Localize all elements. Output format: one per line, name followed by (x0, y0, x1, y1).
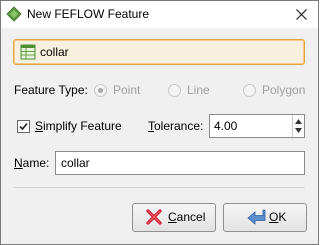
ok-button[interactable]: OK (223, 203, 307, 232)
tolerance-value[interactable]: 4.00 (214, 119, 237, 133)
radio-selected-dot (98, 88, 103, 93)
spin-down-icon[interactable] (295, 128, 302, 133)
window-title: New FEFLOW Feature (27, 7, 150, 21)
cancel-button-label: Cancel (168, 210, 205, 224)
feature-type-label: Feature Type: (14, 83, 88, 97)
cancel-button[interactable]: Cancel (132, 203, 216, 232)
radio-point-label: Point (113, 83, 141, 97)
radio-line-circle (168, 84, 181, 97)
ok-button-label: OK (269, 210, 286, 224)
close-icon (296, 9, 307, 20)
cancel-label-rest: ancel (176, 210, 206, 224)
ok-mnemonic: O (269, 210, 279, 224)
divider (13, 187, 305, 188)
simplify-mnemonic: S (35, 119, 44, 133)
tolerance-spinbox[interactable]: 4.00 (209, 114, 305, 138)
feature-selector[interactable]: collar (13, 39, 305, 65)
table-icon (20, 44, 36, 60)
ok-return-arrow-icon (247, 209, 266, 225)
dialog-window: New FEFLOW Feature collar Feature Type: … (0, 0, 319, 245)
name-label: Name: (14, 156, 49, 170)
simplify-label-rest: implify Feature (43, 119, 122, 133)
cancel-mnemonic: C (168, 210, 177, 224)
name-input-value: collar (61, 156, 90, 170)
name-label-rest: ame: (22, 156, 50, 170)
tolerance-label: Tolerance: (148, 119, 203, 133)
app-diamond-icon (6, 6, 22, 22)
simplify-feature-checkbox[interactable] (17, 120, 30, 133)
feature-selector-value: collar (40, 45, 69, 59)
close-button[interactable] (284, 1, 318, 28)
name-mnemonic: N (14, 156, 23, 170)
radio-point-circle (94, 84, 107, 97)
radio-line-label: Line (187, 83, 210, 97)
radio-polygon-label: Polygon (262, 83, 306, 97)
spin-buttons (292, 115, 304, 137)
title-bar[interactable]: New FEFLOW Feature (1, 1, 318, 28)
spin-up-icon[interactable] (295, 119, 302, 124)
cancel-x-icon (146, 209, 162, 225)
name-input[interactable]: collar (55, 151, 305, 175)
simplify-feature-label[interactable]: Simplify Feature (35, 119, 122, 133)
tolerance-label-rest: olerance: (154, 119, 204, 133)
radio-polygon-circle (243, 84, 256, 97)
ok-label-rest: K (278, 210, 287, 224)
checkmark-icon (19, 122, 28, 131)
